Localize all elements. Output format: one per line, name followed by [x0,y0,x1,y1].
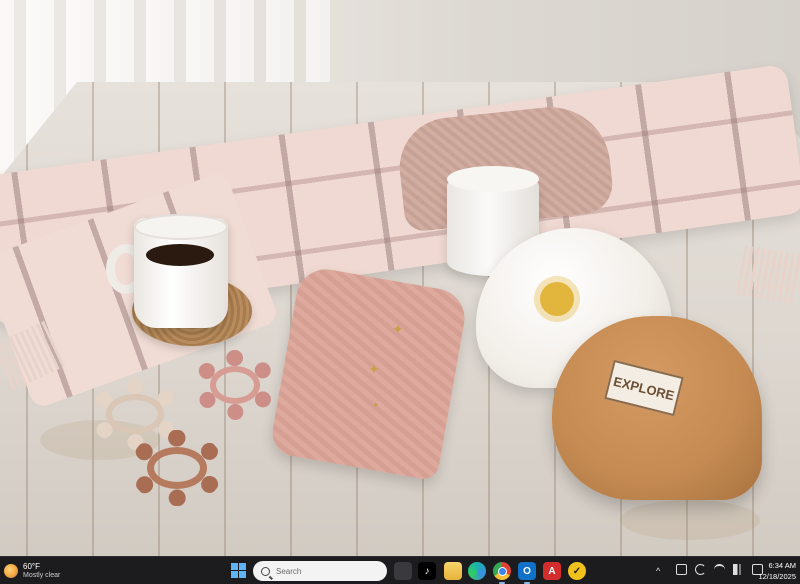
wifi-icon[interactable] [714,564,725,575]
sun-icon [540,282,574,316]
taskbar-search[interactable]: Search [253,561,387,581]
system-tray [676,564,763,575]
pink-scrunchie [194,350,276,420]
weather-widget[interactable]: 60°F Mostly clear [4,560,60,582]
volume-icon[interactable] [733,564,744,575]
desktop-wallpaper: ✦ ✦ ✦ EXPLORE [0,0,800,556]
sync-icon[interactable] [695,564,706,575]
scarf-fringe [736,245,800,305]
weather-text: 60°F Mostly clear [23,562,60,580]
task-view-button[interactable] [394,562,412,580]
windows-logo-icon [239,563,246,570]
clock-date: 12/18/2025 [758,572,796,581]
network-icon[interactable] [676,564,687,575]
search-placeholder: Search [276,566,302,576]
star-icon: ✦ [372,400,380,410]
weather-temperature: 60°F [23,562,40,571]
outlook-app-icon[interactable]: O [518,562,536,580]
acrobat-app-icon[interactable]: A [543,562,561,580]
taskbar: 60°F Mostly clear Search ♪ O A ✓ ^ 6:34 … [0,556,800,584]
tiktok-app-icon[interactable]: ♪ [418,562,436,580]
show-hidden-icons-chevron[interactable]: ^ [656,564,660,578]
clock[interactable]: 6:34 AM 12/18/2025 [752,560,796,582]
moon-cloud-icon [4,564,18,578]
star-icon: ✦ [368,361,380,377]
star-icon: ✦ [392,321,404,337]
clock-time: 6:34 AM [768,561,796,570]
brown-scrunchie [130,430,224,506]
candle-top [447,166,539,192]
coffee [146,244,214,266]
norton-app-icon[interactable]: ✓ [568,562,586,580]
wood-texture [620,500,760,540]
mug-rim [134,214,228,240]
search-icon [261,566,270,576]
file-explorer-icon[interactable] [444,562,462,580]
windows-logo-icon [239,571,246,578]
edge-browser-icon[interactable] [468,562,486,580]
windows-logo-icon [231,571,238,578]
start-button[interactable] [231,563,246,578]
weather-description: Mostly clear [23,572,61,579]
windows-logo-icon [231,563,238,570]
chrome-browser-icon[interactable] [493,562,511,580]
